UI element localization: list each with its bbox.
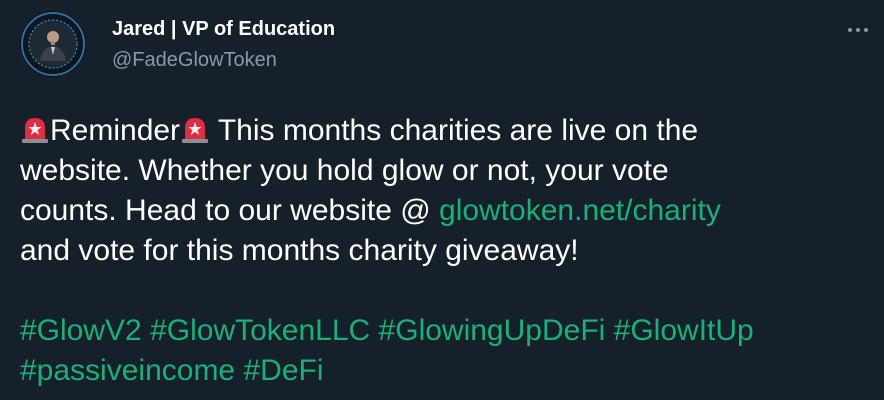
user-handle[interactable]: @FadeGlowToken — [112, 49, 277, 72]
hashtag-link[interactable]: #GlowV2 — [20, 314, 142, 347]
tweet-line-3: counts. Head to our website @ glowtoken.… — [20, 191, 870, 231]
tweet-line-2: website. Whether you hold glow or not, y… — [20, 154, 669, 187]
tweet-line-3-text: counts. Head to our website @ — [20, 194, 440, 227]
hashtag-row-1: #GlowV2 #GlowTokenLLC #GlowingUpDeFi #Gl… — [20, 311, 870, 351]
avatar[interactable] — [20, 11, 86, 77]
display-name[interactable]: Jared | VP of Education — [112, 18, 335, 41]
more-options-icon[interactable] — [842, 14, 874, 46]
tweet-line-1-text: This months charities are live on the — [210, 114, 699, 147]
tweet-line-4: and vote for this months charity giveawa… — [20, 234, 579, 267]
tweet-card: Jared | VP of Education @FadeGlowToken R… — [0, 0, 884, 400]
reminder-text: Reminder — [50, 114, 181, 147]
hashtag-link[interactable]: #GlowItUp — [614, 314, 754, 347]
hashtag-link[interactable]: #DeFi — [243, 354, 323, 387]
hashtag-link[interactable]: #GlowTokenLLC — [150, 314, 370, 347]
police-car-light-icon — [20, 114, 50, 144]
police-car-light-icon — [180, 114, 210, 144]
tweet-line-1: Reminder This months charities are live … — [20, 111, 870, 151]
hashtag-link[interactable]: #passiveincome — [20, 354, 235, 387]
hashtag-row-2: #passiveincome #DeFi — [20, 351, 870, 391]
charity-link[interactable]: glowtoken.net/charity — [439, 194, 721, 227]
tweet-text: Reminder This months charities are live … — [20, 111, 870, 391]
hashtag-link[interactable]: #GlowingUpDeFi — [379, 314, 606, 347]
